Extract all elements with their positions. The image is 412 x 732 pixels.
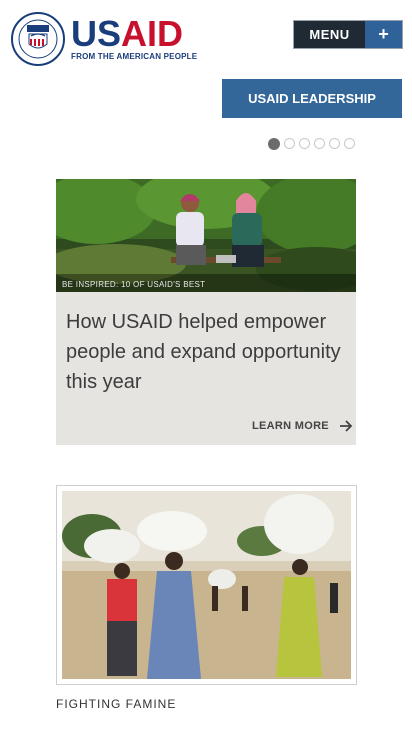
story-image bbox=[62, 491, 351, 679]
logo-tagline: FROM THE AMERICAN PEOPLE bbox=[71, 52, 198, 61]
menu-button[interactable]: MENU + bbox=[293, 20, 403, 49]
menu-label: MENU bbox=[309, 27, 350, 42]
usaid-leadership-button[interactable]: USAID LEADERSHIP bbox=[222, 79, 402, 118]
feature-card[interactable]: BE INSPIRED: 10 OF USAID'S BEST How USAI… bbox=[56, 179, 356, 445]
carousel-dot[interactable] bbox=[329, 138, 340, 149]
usaid-logo[interactable]: USAID bbox=[71, 14, 183, 54]
usaid-seal-icon bbox=[11, 12, 65, 66]
carousel-dot[interactable] bbox=[268, 138, 280, 150]
carousel-dot[interactable] bbox=[314, 138, 325, 149]
image-caption: BE INSPIRED: 10 OF USAID'S BEST bbox=[62, 280, 206, 289]
logo-aid: AID bbox=[121, 13, 184, 54]
carousel-dot[interactable] bbox=[299, 138, 310, 149]
feature-image: BE INSPIRED: 10 OF USAID'S BEST bbox=[56, 179, 356, 292]
logo-us: US bbox=[71, 13, 122, 54]
carousel-dots bbox=[268, 138, 355, 150]
plus-icon: + bbox=[365, 21, 402, 48]
story-label[interactable]: FIGHTING FAMINE bbox=[56, 697, 176, 711]
arrow-right-icon bbox=[339, 420, 353, 432]
carousel-dot[interactable] bbox=[284, 138, 295, 149]
feature-headline[interactable]: How USAID helped empower people and expa… bbox=[66, 307, 351, 397]
learn-more-label: LEARN MORE bbox=[252, 420, 329, 432]
carousel-dot[interactable] bbox=[344, 138, 355, 149]
story-card[interactable] bbox=[56, 485, 357, 685]
learn-more-link[interactable]: LEARN MORE bbox=[252, 420, 353, 432]
